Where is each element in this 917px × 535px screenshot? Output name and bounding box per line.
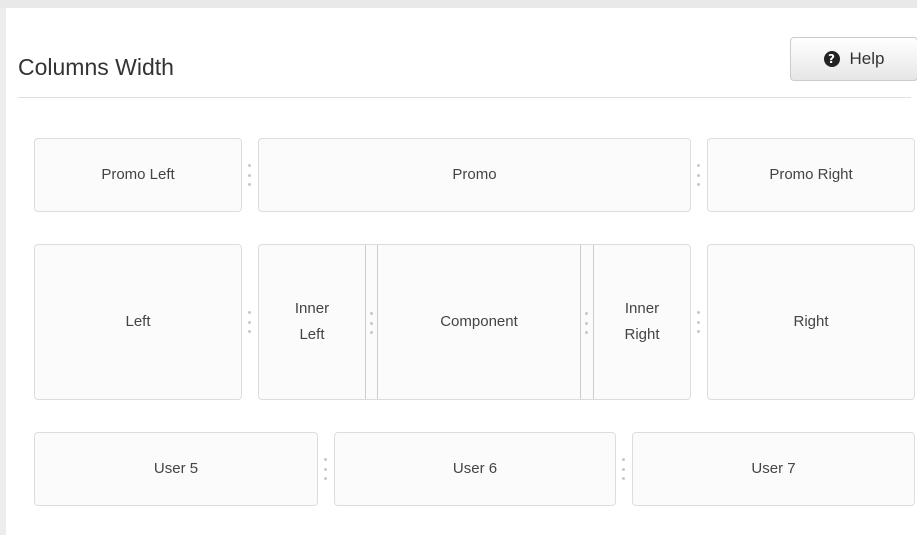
left-resize-handle[interactable] <box>247 311 251 333</box>
user5-resize-handle[interactable] <box>323 458 327 480</box>
user7-label: User 7 <box>751 460 796 477</box>
inner-right-resize-handle[interactable] <box>584 312 588 334</box>
user5-label: User 5 <box>153 460 199 477</box>
user6-resize-handle[interactable] <box>621 458 625 480</box>
user5-column[interactable]: User 5 <box>34 432 318 506</box>
inner-right-column[interactable]: Inner Right <box>594 245 690 399</box>
left-column[interactable]: Left <box>34 244 242 400</box>
right-column[interactable]: Right <box>707 244 915 400</box>
inner-left-label-line1: Inner <box>294 300 330 317</box>
inner-left-column[interactable]: Inner Left <box>259 245 365 399</box>
inner-left-divider <box>365 245 366 399</box>
promo-column[interactable]: Promo <box>258 138 691 212</box>
promo-left-column[interactable]: Promo Left <box>34 138 242 212</box>
inner-right-label-line1: Inner <box>624 300 660 317</box>
help-button-label: Help <box>849 49 885 68</box>
promo-right-column[interactable]: Promo Right <box>707 138 915 212</box>
promo-left-resize-handle[interactable] <box>247 164 251 186</box>
inner-left-label-line2: Left <box>299 326 325 343</box>
left-label: Left <box>125 313 151 330</box>
page: Columns Width ? Help Promo Left Promo Pr… <box>0 0 917 535</box>
component-label: Component <box>440 313 518 330</box>
page-title: Columns Width <box>18 54 174 80</box>
promo-right-resize-handle[interactable] <box>696 164 700 186</box>
promo-left-label: Promo Left <box>101 166 175 183</box>
inner-left-resize-handle[interactable] <box>369 312 373 334</box>
right-resize-handle[interactable] <box>696 311 700 333</box>
inner-right-label-line2: Right <box>624 326 660 343</box>
header-divider <box>18 97 911 98</box>
user6-label: User 6 <box>452 460 498 477</box>
top-edge <box>0 0 917 8</box>
component-column[interactable]: Component <box>378 245 580 399</box>
inner-columns-group: Inner Left Component Inner Right <box>258 244 691 400</box>
question-circle-icon: ? <box>823 51 840 67</box>
promo-right-label: Promo Right <box>769 166 853 183</box>
user6-column[interactable]: User 6 <box>334 432 616 506</box>
help-button[interactable]: ? Help <box>790 37 917 81</box>
user7-column[interactable]: User 7 <box>632 432 915 506</box>
promo-label: Promo <box>452 166 497 183</box>
right-label: Right <box>793 313 829 330</box>
component-right-divider <box>580 245 581 399</box>
